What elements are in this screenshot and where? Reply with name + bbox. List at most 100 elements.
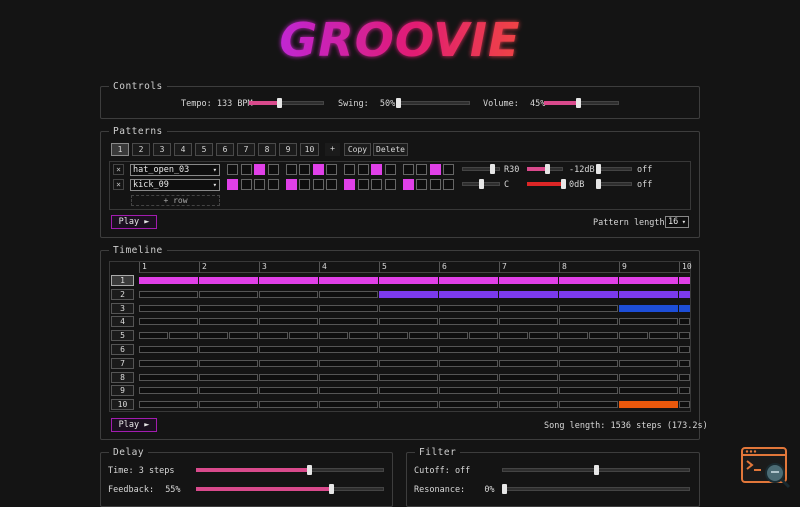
timeline-cell[interactable] (319, 401, 378, 409)
slider-thumb[interactable] (277, 98, 282, 108)
step-toggle[interactable] (312, 179, 324, 190)
instrument-select[interactable]: hat_open_03 ▾ (130, 164, 220, 176)
timeline-play-button[interactable]: Play ► (111, 418, 157, 432)
timeline-cell[interactable] (379, 318, 438, 326)
timeline-cell[interactable] (679, 359, 690, 367)
timeline-cell[interactable] (259, 387, 318, 395)
timeline-cell[interactable] (679, 346, 690, 353)
timeline-cell[interactable] (319, 304, 378, 312)
pattern-tab-1[interactable]: 1 (111, 143, 129, 156)
timeline-cell[interactable] (139, 346, 198, 353)
step-toggle[interactable] (326, 164, 337, 175)
timeline-cell[interactable] (679, 332, 690, 340)
timeline-cell[interactable] (619, 304, 678, 312)
timeline-cell[interactable] (379, 304, 438, 312)
pan-slider[interactable] (462, 164, 500, 174)
pattern-tab-10[interactable]: 10 (300, 143, 319, 156)
timeline-cell[interactable] (439, 318, 498, 326)
timeline-cell[interactable] (439, 332, 468, 340)
slider-thumb[interactable] (479, 179, 484, 189)
timeline-cell[interactable] (319, 277, 378, 284)
terminal-search-icon[interactable] (741, 446, 793, 490)
slider-thumb[interactable] (596, 164, 601, 174)
slider-thumb[interactable] (396, 98, 401, 108)
step-toggle[interactable] (267, 179, 279, 190)
timeline-cell[interactable] (319, 359, 378, 367)
swing-slider[interactable] (396, 98, 470, 108)
timeline-cell[interactable] (379, 346, 438, 353)
timeline-cell[interactable] (619, 290, 678, 298)
timeline-cell[interactable] (139, 290, 198, 298)
timeline-row-10[interactable]: 10 (111, 399, 134, 411)
step-toggle[interactable] (371, 179, 382, 190)
timeline-cell[interactable] (319, 387, 378, 395)
timeline-cell[interactable] (379, 373, 438, 381)
timeline-cell[interactable] (499, 387, 558, 395)
timeline-cell[interactable] (379, 359, 438, 367)
remove-row-button[interactable]: × (113, 179, 124, 190)
pattern-tab-8[interactable]: 8 (258, 143, 276, 156)
timeline-cell[interactable] (649, 332, 678, 340)
step-toggle[interactable] (344, 164, 355, 175)
timeline-cell[interactable] (529, 332, 558, 340)
timeline-cell[interactable] (199, 359, 258, 367)
timeline-cell[interactable] (619, 318, 678, 326)
timeline-cell[interactable] (259, 332, 288, 340)
pan-slider[interactable] (462, 179, 500, 189)
timeline-cell[interactable] (499, 359, 558, 367)
timeline-row-4[interactable]: 4 (111, 316, 134, 328)
timeline-cell[interactable] (199, 373, 258, 381)
timeline-cell[interactable] (229, 332, 258, 340)
filter-resonance-slider[interactable] (502, 484, 690, 494)
pattern-tab-6[interactable]: 6 (216, 143, 234, 156)
timeline-cell[interactable] (349, 332, 378, 340)
timeline-row-6[interactable]: 6 (111, 344, 134, 355)
step-toggle[interactable] (416, 164, 427, 175)
step-toggle[interactable] (227, 179, 238, 190)
timeline-cell[interactable] (139, 332, 168, 340)
add-pattern-button[interactable]: + (325, 143, 340, 156)
timeline-cell[interactable] (199, 387, 258, 395)
timeline-cell[interactable] (559, 346, 618, 353)
timeline-cell[interactable] (169, 332, 198, 340)
step-toggle[interactable] (344, 179, 355, 190)
timeline-cell[interactable] (139, 373, 198, 381)
timeline-cell[interactable] (559, 387, 618, 395)
timeline-row-3[interactable]: 3 (111, 302, 134, 314)
timeline-cell[interactable] (499, 277, 558, 284)
step-toggle[interactable] (357, 164, 369, 175)
slider-thumb[interactable] (594, 465, 599, 475)
timeline-cell[interactable] (499, 346, 558, 353)
timeline-cell[interactable] (439, 304, 498, 312)
step-toggle[interactable] (285, 179, 297, 190)
timeline-cell[interactable] (439, 346, 498, 353)
timeline-cell[interactable] (259, 290, 318, 298)
timeline-cell[interactable] (319, 318, 378, 326)
timeline-cell[interactable] (469, 332, 498, 340)
timeline-cell[interactable] (559, 359, 618, 367)
pattern-length-select[interactable]: 16 ▾ (665, 216, 689, 228)
volume-slider[interactable] (544, 98, 619, 108)
timeline-cell[interactable] (679, 387, 690, 395)
slider-thumb[interactable] (306, 465, 312, 475)
step-toggle[interactable] (326, 179, 337, 190)
pattern-tab-9[interactable]: 9 (279, 143, 297, 156)
timeline-cell[interactable] (199, 318, 258, 326)
step-toggle[interactable] (254, 179, 265, 190)
timeline-row-8[interactable]: 8 (111, 371, 134, 383)
timeline-cell[interactable] (199, 401, 258, 409)
filter-cutoff-slider[interactable] (502, 465, 690, 475)
step-toggle[interactable] (357, 179, 369, 190)
timeline-cell[interactable] (559, 401, 618, 409)
slider-thumb[interactable] (329, 484, 335, 494)
tempo-slider[interactable] (249, 98, 324, 108)
step-toggle[interactable] (299, 179, 310, 190)
slider-thumb[interactable] (502, 484, 507, 494)
timeline-row-1[interactable]: 1 (111, 275, 134, 286)
timeline-cell[interactable] (589, 332, 618, 340)
timeline-cell[interactable] (499, 304, 558, 312)
timeline-cell[interactable] (379, 290, 438, 298)
timeline-cell[interactable] (679, 277, 690, 284)
timeline-cell[interactable] (619, 373, 678, 381)
timeline-cell[interactable] (499, 401, 558, 409)
